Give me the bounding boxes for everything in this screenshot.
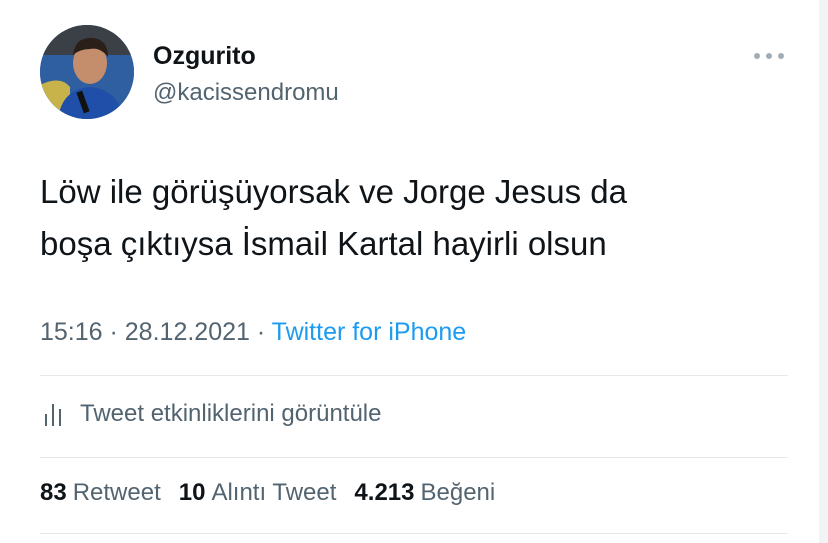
meta-separator: · [102, 318, 125, 346]
quotes-count: 10 [178, 479, 206, 506]
tweet-text-line: boşa çıktıysa İsmail Kartal hayirli olsu… [40, 225, 607, 262]
author-display-name[interactable]: Ozgurito [153, 42, 256, 71]
tweet-text-line: Löw ile görüşüyorsak ve Jorge Jesus da [40, 173, 627, 210]
retweets-count: 83 [40, 479, 67, 506]
tweet-text: Löw ile görüşüyorsak ve Jorge Jesus da b… [40, 166, 800, 270]
quotes-label: Alıntı Tweet [211, 479, 337, 506]
author-handle[interactable]: @kacissendromu [153, 79, 339, 107]
tweet-time[interactable]: 15:16 [40, 318, 103, 346]
likes-label: Beğeni [420, 479, 496, 506]
scroll-edge [819, 0, 828, 543]
tweet-stats: 83 Retweet 10 Alıntı Tweet 4.213 Beğeni [40, 479, 495, 507]
divider [40, 375, 788, 376]
likes-count: 4.213 [354, 479, 415, 506]
quotes-stat[interactable]: 10 Alıntı Tweet [179, 479, 337, 507]
meta-separator: · [249, 318, 272, 346]
tweet-activity-label: Tweet etkinliklerini görüntüle [80, 400, 382, 427]
avatar[interactable] [40, 25, 134, 119]
divider [40, 533, 788, 534]
tweet-source-link[interactable]: Twitter for iPhone [272, 318, 467, 346]
retweets-stat[interactable]: 83 Retweet [40, 479, 161, 507]
bar-chart-icon [45, 404, 61, 426]
tweet-meta: 15:16 · 28.12.2021 · Twitter for iPhone [40, 318, 466, 347]
likes-stat[interactable]: 4.213 Beğeni [354, 479, 495, 507]
more-options-icon[interactable] [754, 50, 784, 62]
tweet-date[interactable]: 28.12.2021 [125, 318, 250, 346]
tweet-activity-button[interactable]: Tweet etkinliklerini görüntüle [40, 394, 382, 434]
retweets-label: Retweet [72, 479, 161, 506]
divider [40, 457, 788, 458]
